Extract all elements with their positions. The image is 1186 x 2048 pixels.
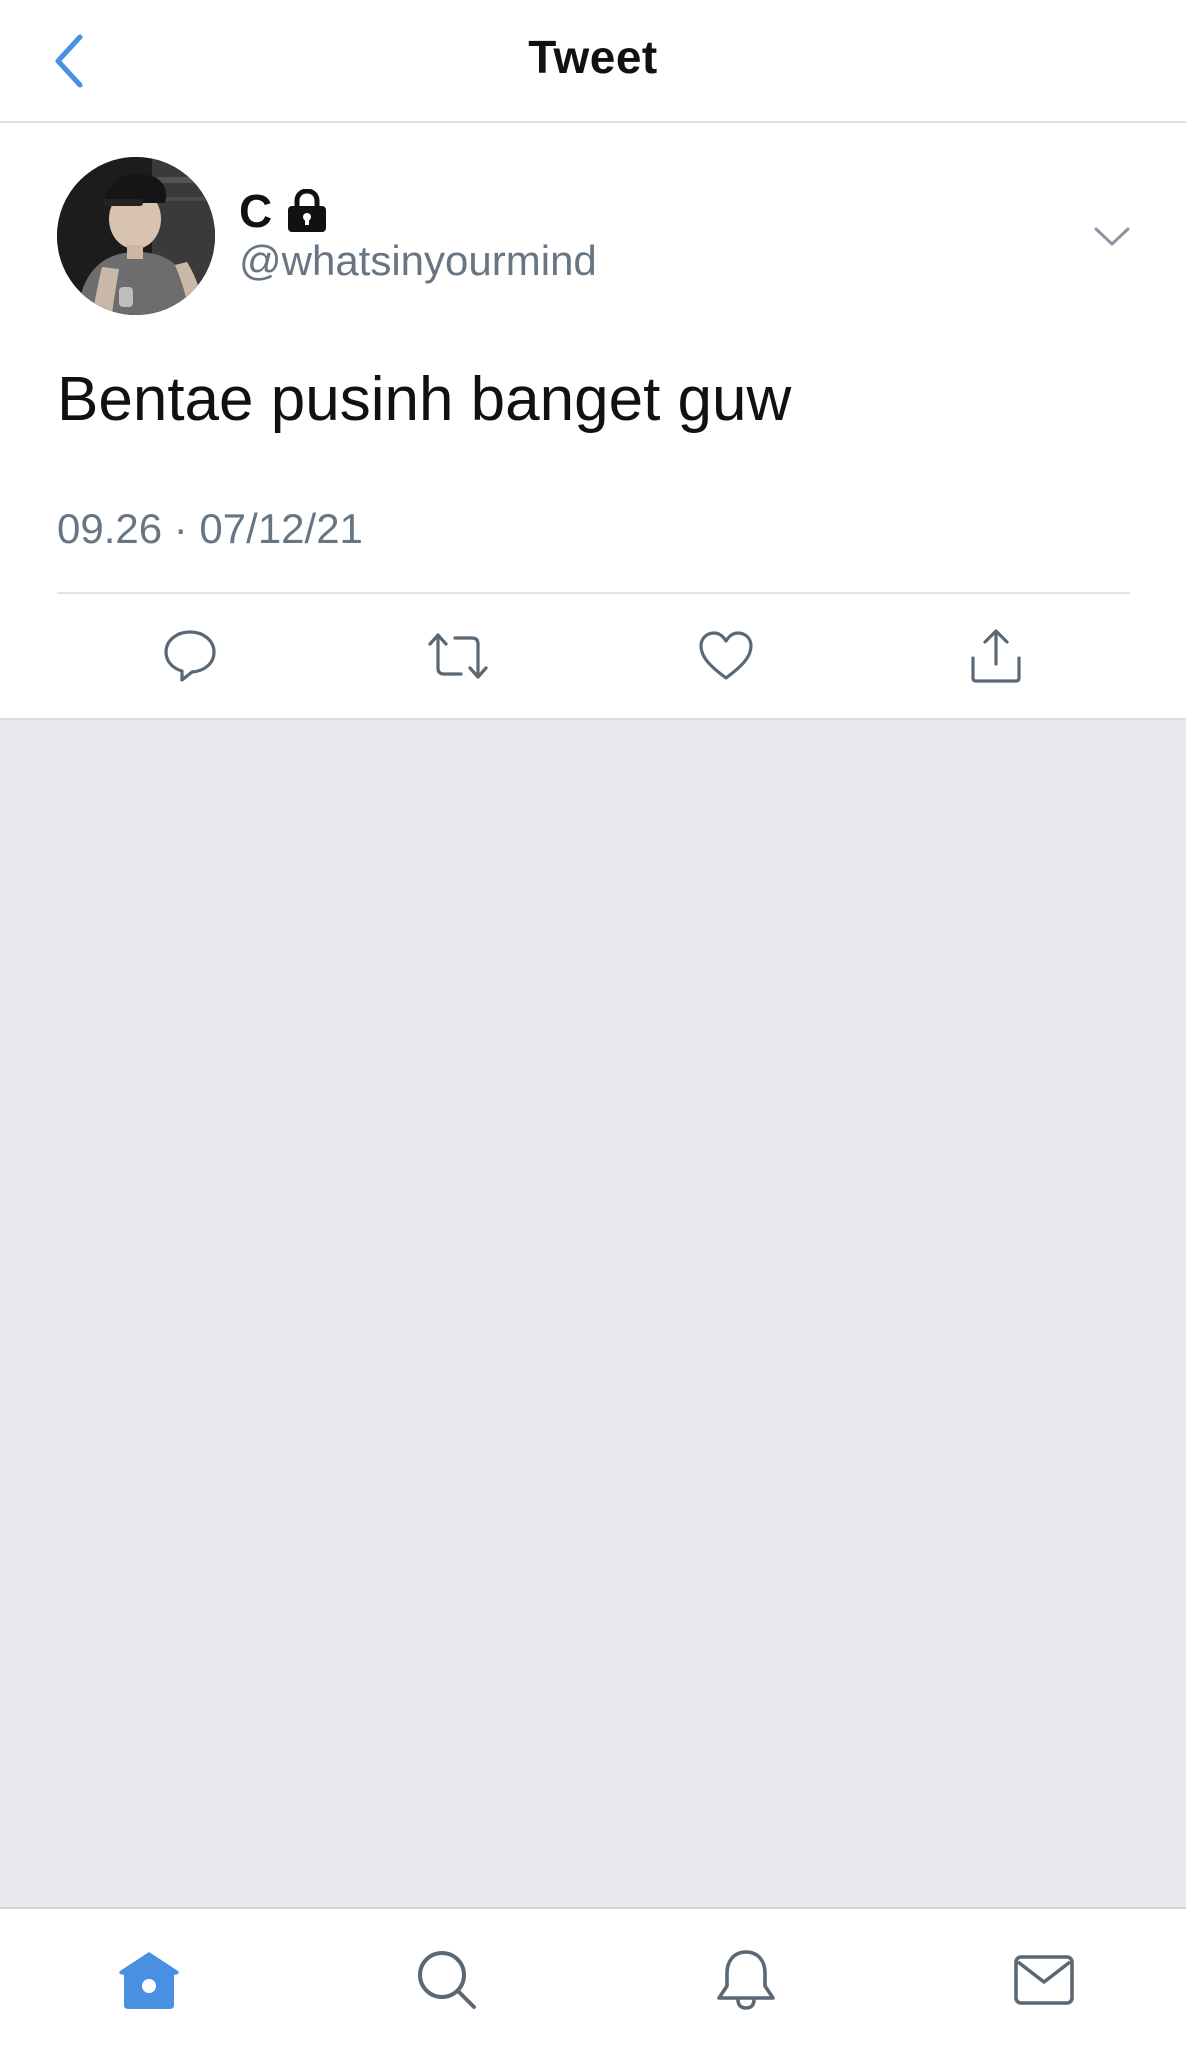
retweet-button[interactable] xyxy=(426,624,490,688)
more-options-button[interactable] xyxy=(1090,215,1134,259)
page-title: Tweet xyxy=(528,31,658,83)
tab-home[interactable] xyxy=(113,1944,185,2016)
heart-icon xyxy=(698,630,754,682)
reply-button[interactable] xyxy=(158,624,222,688)
home-icon xyxy=(116,1949,182,2011)
tab-messages[interactable] xyxy=(1008,1944,1080,2016)
tab-notifications[interactable] xyxy=(710,1944,782,2016)
lock-icon xyxy=(286,189,328,233)
tweet-timestamp: 09.26 · 07/12/21 xyxy=(57,505,363,552)
retweet-icon xyxy=(427,630,489,682)
display-name: C xyxy=(239,185,273,237)
bottom-tab-bar xyxy=(0,1907,1186,2048)
reply-bubble-icon xyxy=(162,628,218,684)
top-navigation-bar: Tweet xyxy=(0,0,1186,123)
mail-icon xyxy=(1013,1954,1075,2006)
share-button[interactable] xyxy=(964,624,1028,688)
bell-icon xyxy=(715,1948,777,2012)
like-button[interactable] xyxy=(694,624,758,688)
author-name-row[interactable]: C xyxy=(239,183,328,239)
tweet-detail-screen: Tweet C @whatsinyourmind Bentae pusinh b… xyxy=(0,0,1186,2048)
search-icon xyxy=(415,1948,479,2012)
tweet-card: C @whatsinyourmind Bentae pusinh banget … xyxy=(0,123,1186,720)
tweet-actions xyxy=(0,594,1186,718)
tweet-text: Bentae pusinh banget guw xyxy=(57,365,792,434)
user-handle: @whatsinyourmind xyxy=(239,237,597,284)
tab-search[interactable] xyxy=(411,1944,483,2016)
share-icon xyxy=(968,628,1024,684)
chevron-down-icon xyxy=(1094,226,1130,248)
avatar[interactable] xyxy=(57,157,215,315)
